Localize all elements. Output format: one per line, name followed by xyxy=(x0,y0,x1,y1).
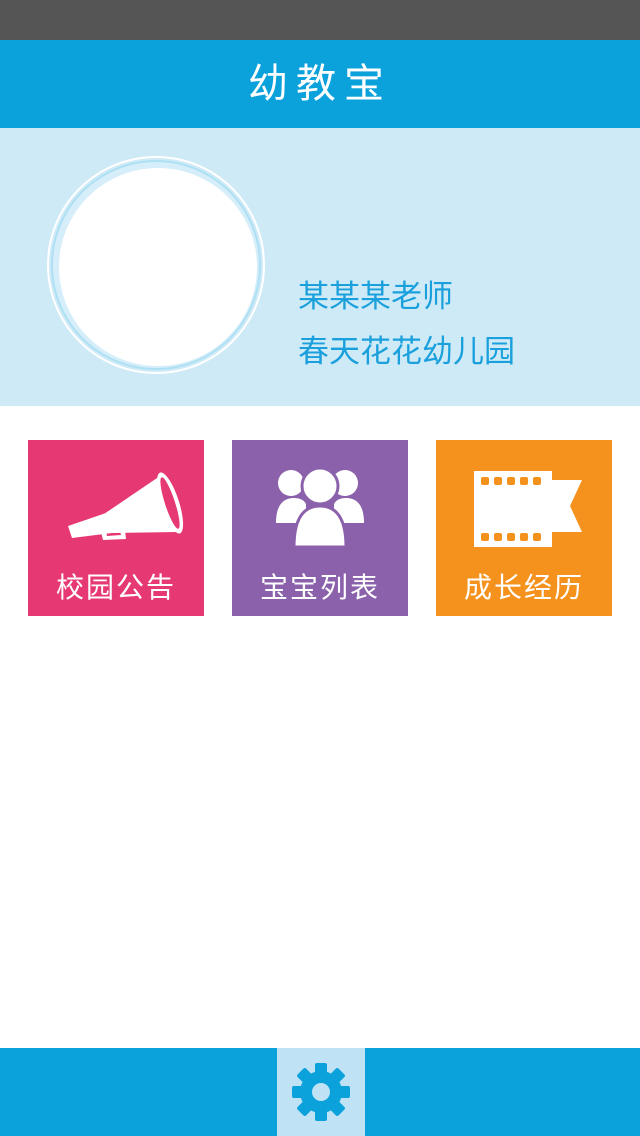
teacher-name: 某某某老师 xyxy=(298,279,453,315)
profile-panel: 某某某老师 春天花花幼儿园 xyxy=(0,128,640,406)
app-header: 幼教宝 xyxy=(0,40,640,128)
group-icon xyxy=(232,440,408,570)
app-title: 幼教宝 xyxy=(248,61,392,107)
tile-label: 成长经历 xyxy=(463,571,584,604)
school-name: 春天花花幼儿园 xyxy=(298,334,515,370)
tile-baby-list[interactable]: 宝宝列表 xyxy=(232,440,408,616)
settings-button[interactable] xyxy=(277,1048,365,1136)
film-strip-icon xyxy=(436,440,612,570)
tile-label: 校园公告 xyxy=(55,571,176,604)
tile-growth-history[interactable]: 成长经历 xyxy=(436,440,612,616)
bottom-bar xyxy=(0,1048,640,1136)
tile-campus-announcements[interactable]: 校园公告 xyxy=(28,440,204,616)
status-bar xyxy=(0,0,640,40)
tile-label: 宝宝列表 xyxy=(259,571,380,604)
avatar[interactable] xyxy=(59,168,257,366)
megaphone-icon xyxy=(28,440,204,570)
gear-icon xyxy=(292,1063,350,1121)
